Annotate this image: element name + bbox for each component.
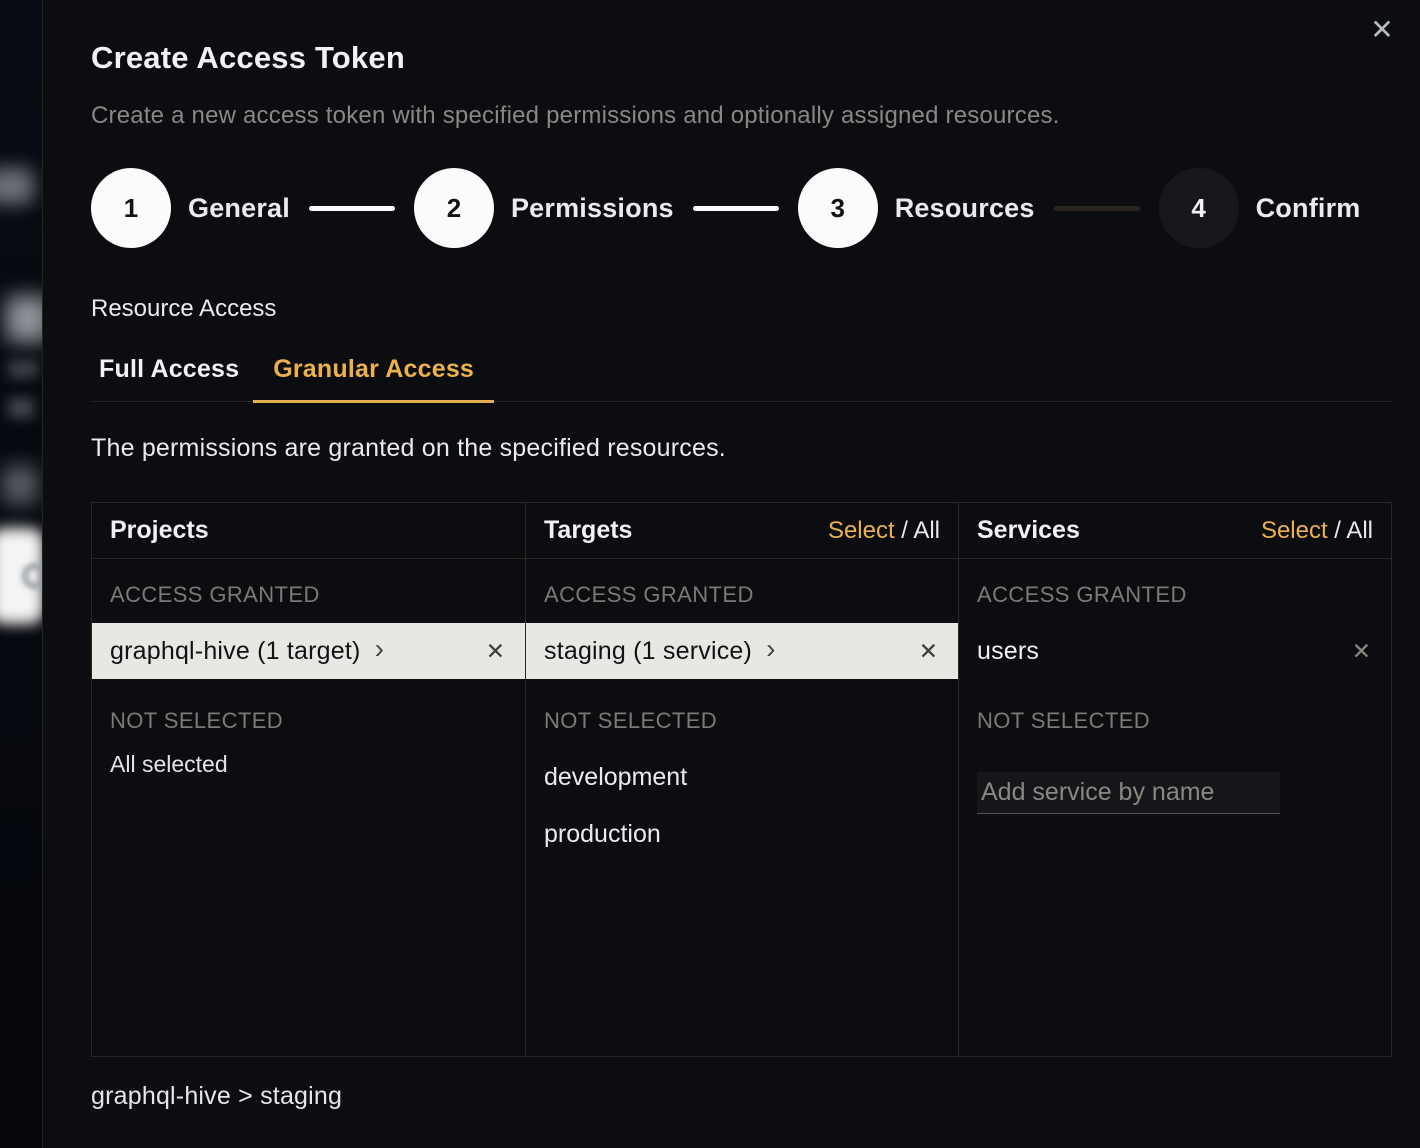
step-connector [309,206,395,211]
services-column-header: Services Select / All [959,503,1391,559]
blurred-page-glyph [22,563,42,589]
all-link[interactable]: All [913,517,940,544]
target-option-development[interactable]: development [526,749,958,806]
targets-column-header: Targets Select / All [526,503,958,559]
close-icon[interactable]: ✕ [1362,10,1402,50]
blurred-page-element [2,466,38,504]
step-number-badge: 2 [414,168,494,248]
breadcrumb-separator: > [231,1082,260,1110]
tab-granular-access[interactable]: Granular Access [253,353,494,403]
blurred-page-element [0,168,34,204]
step-general[interactable]: 1 General [91,168,290,248]
all-link[interactable]: All [1346,517,1373,544]
services-column-body: ACCESS GRANTED users ✕ NOT SELECTED [959,559,1391,814]
targets-column-title: Targets [544,516,632,545]
step-connector [693,206,779,211]
create-access-token-dialog: ✕ Create Access Token Create a new acces… [42,0,1420,1148]
dialog-subtitle: Create a new access token with specified… [91,102,1392,130]
step-connector [1054,206,1140,211]
targets-column-body: ACCESS GRANTED staging (1 service) › ✕ N… [526,559,958,863]
resource-access-heading: Resource Access [91,295,1392,323]
services-select-all[interactable]: Select / All [1261,517,1373,545]
access-granted-label: ACCESS GRANTED [959,582,1391,608]
granted-service-label: users [977,637,1039,666]
target-option-production[interactable]: production [526,806,958,863]
all-selected-note: All selected [92,749,525,780]
not-selected-label: NOT SELECTED [526,708,958,734]
chevron-right-icon: › [375,635,384,667]
breadcrumb-target: staging [260,1082,342,1110]
step-number-badge: 3 [798,168,878,248]
projects-column-title: Projects [110,516,209,545]
services-column-title: Services [977,516,1080,545]
granted-project-row[interactable]: graphql-hive (1 target) › ✕ [92,623,525,679]
breadcrumb-project: graphql-hive [91,1082,231,1110]
granular-access-description: The permissions are granted on the speci… [91,434,1392,463]
remove-service-icon[interactable]: ✕ [1350,638,1373,665]
not-selected-label: NOT SELECTED [959,708,1391,734]
breadcrumb: graphql-hive > staging [91,1082,1392,1111]
resource-selection-table: Projects ACCESS GRANTED graphql-hive (1 … [91,502,1392,1057]
blurred-page-element [8,360,38,378]
targets-column: Targets Select / All ACCESS GRANTED stag… [525,503,958,1056]
wizard-stepper: 1 General 2 Permissions 3 Resources 4 Co… [91,168,1392,248]
step-resources[interactable]: 3 Resources [798,168,1035,248]
remove-project-icon[interactable]: ✕ [484,638,507,665]
projects-column-header: Projects [92,503,525,559]
step-label: Permissions [511,193,674,224]
select-link[interactable]: Select [1261,517,1328,544]
step-number-badge: 4 [1159,168,1239,248]
blurred-page-element [6,296,42,342]
remove-target-icon[interactable]: ✕ [917,638,940,665]
step-label: Confirm [1256,193,1361,224]
select-link[interactable]: Select [828,517,895,544]
granted-target-row[interactable]: staging (1 service) › ✕ [526,623,958,679]
access-granted-label: ACCESS GRANTED [92,582,525,608]
access-granted-label: ACCESS GRANTED [526,582,958,608]
step-permissions[interactable]: 2 Permissions [414,168,674,248]
background-page-sliver [0,0,42,1148]
projects-column: Projects ACCESS GRANTED graphql-hive (1 … [92,503,525,1056]
services-column: Services Select / All ACCESS GRANTED use… [958,503,1391,1056]
screen: ✕ Create Access Token Create a new acces… [0,0,1420,1148]
granted-target-label: staging (1 service) [544,637,752,666]
granted-project-label: graphql-hive (1 target) [110,637,361,666]
step-label: General [188,193,290,224]
step-number-badge: 1 [91,168,171,248]
add-service-input[interactable] [977,772,1280,814]
projects-column-body: ACCESS GRANTED graphql-hive (1 target) ›… [92,559,525,780]
blurred-page-element [8,398,34,418]
dialog-title: Create Access Token [91,40,1392,76]
not-selected-label: NOT SELECTED [92,708,525,734]
granted-service-row[interactable]: users ✕ [959,623,1391,679]
step-confirm[interactable]: 4 Confirm [1159,168,1361,248]
tab-full-access[interactable]: Full Access [91,353,253,403]
targets-select-all[interactable]: Select / All [828,517,940,545]
chevron-right-icon: › [766,635,775,667]
access-mode-tabs: Full Access Granular Access [91,353,1392,402]
step-label: Resources [895,193,1035,224]
